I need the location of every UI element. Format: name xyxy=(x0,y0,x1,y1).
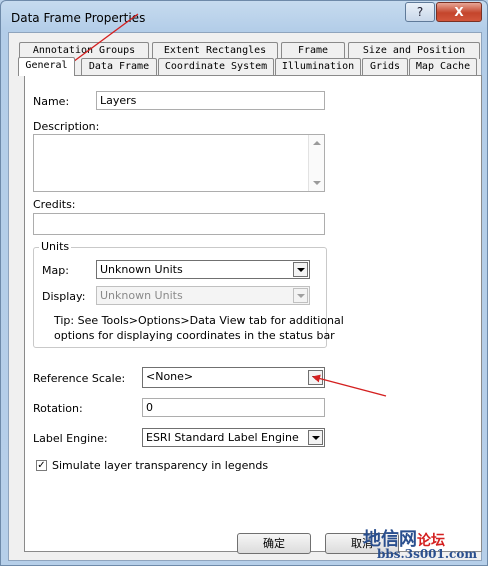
simulate-transparency-label: Simulate layer transparency in legends xyxy=(52,459,269,472)
scroll-down-icon[interactable] xyxy=(313,181,321,185)
description-label: Description: xyxy=(33,120,100,133)
units-group: Units Map: Unknown Units Display: Unknow… xyxy=(33,240,344,348)
tab-data-frame[interactable]: Data Frame xyxy=(81,58,157,75)
description-scrollbar[interactable] xyxy=(308,135,324,191)
label-engine-dropdown[interactable]: ESRI Standard Label Engine xyxy=(142,428,325,447)
reference-scale-label: Reference Scale: xyxy=(33,372,126,385)
reference-scale-value: <None> xyxy=(146,370,194,383)
reference-scale-dropdown[interactable]: <None> xyxy=(142,367,325,388)
chevron-down-icon[interactable] xyxy=(308,370,323,385)
units-group-title: Units xyxy=(39,240,72,253)
tab-coordinate-system[interactable]: Coordinate System xyxy=(158,58,274,75)
map-units-value: Unknown Units xyxy=(100,263,183,276)
tab-map-cache[interactable]: Map Cache xyxy=(409,58,477,75)
tab-illumination[interactable]: Illumination xyxy=(275,58,361,75)
tab-frame[interactable]: Frame xyxy=(281,42,345,59)
map-units-dropdown[interactable]: Unknown Units xyxy=(96,260,310,279)
watermark-url: bbs.3s001.com xyxy=(377,547,478,561)
credits-label: Credits: xyxy=(33,198,76,211)
units-tip-line-1: Tip: See Tools>Options>Data View tab for… xyxy=(54,314,344,327)
window-title: Data Frame Properties xyxy=(11,11,146,25)
display-units-value: Unknown Units xyxy=(100,289,183,302)
close-button[interactable]: X xyxy=(436,2,482,22)
dialog-client: Annotation Groups Extent Rectangles Fram… xyxy=(8,32,482,561)
description-textarea[interactable] xyxy=(33,134,325,192)
dialog-window: Data Frame Properties ? X Annotation Gro… xyxy=(0,0,488,566)
label-engine-label: Label Engine: xyxy=(33,432,108,445)
chevron-down-icon[interactable] xyxy=(308,430,323,445)
general-tab-panel: Name: Layers Description: Credits: Units… xyxy=(24,75,482,552)
name-label: Name: xyxy=(33,95,70,108)
tab-extent-rectangles[interactable]: Extent Rectangles xyxy=(152,42,278,59)
scroll-up-icon[interactable] xyxy=(313,141,321,145)
credits-field[interactable] xyxy=(33,213,325,235)
map-units-label: Map: xyxy=(42,264,69,277)
display-units-dropdown: Unknown Units xyxy=(96,286,310,305)
checkmark-icon: ✓ xyxy=(37,460,46,471)
rotation-label: Rotation: xyxy=(33,402,83,415)
chevron-down-icon[interactable] xyxy=(293,262,308,277)
tab-size-and-position[interactable]: Size and Position xyxy=(348,42,480,59)
tab-general[interactable]: General xyxy=(18,57,75,76)
display-units-label: Display: xyxy=(42,290,86,303)
simulate-transparency-checkbox[interactable]: ✓ xyxy=(36,460,47,471)
chevron-down-icon xyxy=(293,288,308,303)
ok-button[interactable]: 确定 xyxy=(237,533,311,554)
help-button[interactable]: ? xyxy=(405,2,435,22)
tab-grids[interactable]: Grids xyxy=(362,58,408,75)
title-bar[interactable]: Data Frame Properties ? X xyxy=(1,1,487,33)
name-field[interactable]: Layers xyxy=(96,91,325,110)
units-tip-line-2: options for displaying coordinates in th… xyxy=(54,329,335,342)
label-engine-value: ESRI Standard Label Engine xyxy=(146,431,299,444)
rotation-field[interactable]: 0 xyxy=(142,398,325,417)
